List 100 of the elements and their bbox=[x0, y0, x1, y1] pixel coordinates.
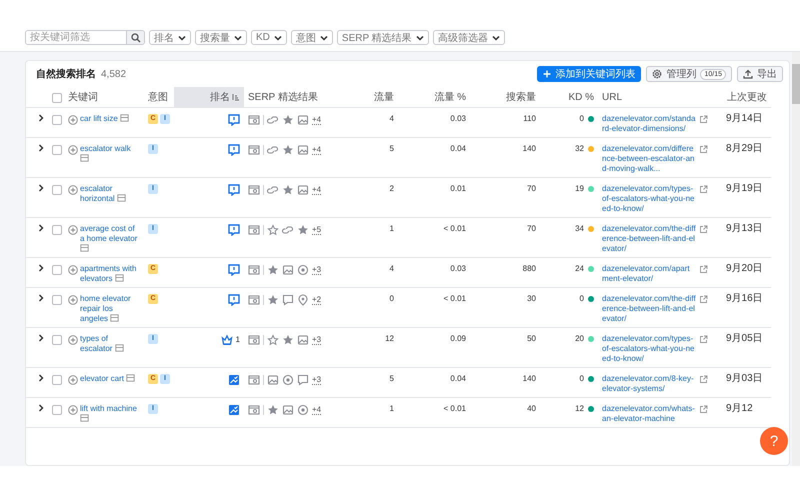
column-header[interactable]: 排名 bbox=[174, 87, 244, 108]
keyword-link[interactable]: elevator cart bbox=[80, 374, 138, 384]
table-cell: 40 bbox=[527, 404, 536, 413]
external-link-icon bbox=[699, 335, 708, 344]
page-icon bbox=[80, 414, 89, 422]
table-cell: 2 bbox=[390, 184, 394, 193]
chevron-down-icon bbox=[416, 34, 424, 40]
column-header[interactable]: KD % bbox=[540, 87, 598, 108]
row-checkbox[interactable] bbox=[52, 265, 62, 275]
scrollbar-thumb[interactable] bbox=[792, 64, 800, 104]
table-cell: 0.03 bbox=[450, 264, 466, 273]
table-cell: 12 bbox=[385, 334, 394, 343]
star-icon bbox=[267, 294, 279, 306]
url-link[interactable]: dazenelevator.com/types-of-escalators-what-you-need-to-know/ bbox=[602, 334, 696, 364]
star-outline-icon bbox=[267, 334, 279, 346]
search-icon bbox=[130, 32, 140, 42]
plus-circle-icon bbox=[68, 184, 78, 194]
table-cell: 20 bbox=[575, 334, 584, 344]
table-cell: 5 bbox=[390, 374, 394, 383]
screen-search-icon bbox=[248, 404, 260, 416]
table-cell: 880 bbox=[522, 264, 536, 273]
screen-search-icon bbox=[248, 334, 260, 346]
add-to-list-button[interactable]: 添加到关键词列表 bbox=[537, 66, 642, 82]
column-header[interactable]: SERP 精选结果 bbox=[244, 87, 326, 108]
row-checkbox[interactable] bbox=[52, 145, 62, 155]
keyword-link[interactable]: average cost of a home elevator bbox=[80, 224, 138, 254]
filter-dropdown[interactable]: 搜索量 bbox=[195, 30, 247, 45]
url-link[interactable]: dazenelevator.com/whats-an-elevator-machine bbox=[602, 404, 696, 424]
keyword-link[interactable]: escalator walk bbox=[80, 144, 138, 164]
page-icon bbox=[80, 244, 89, 252]
column-header[interactable]: 关键词 bbox=[64, 87, 144, 108]
row-checkbox[interactable] bbox=[52, 115, 62, 125]
column-header[interactable]: URL bbox=[598, 87, 712, 108]
screen-search-icon bbox=[248, 144, 260, 156]
url-link[interactable]: dazenelevator.com/apartment-elevator/ bbox=[602, 264, 696, 284]
comment-icon bbox=[228, 294, 240, 306]
filter-dropdown[interactable]: 排名 bbox=[149, 30, 191, 45]
chevron-right-icon bbox=[38, 374, 44, 382]
url-link[interactable]: dazenelevator.com/difference-between-escalator-and-moving-walk... bbox=[602, 144, 696, 174]
screen-search-icon bbox=[248, 224, 260, 236]
comment-icon bbox=[228, 264, 240, 276]
more-features-link[interactable]: +3 bbox=[312, 375, 322, 385]
star-icon bbox=[267, 264, 279, 276]
filter-dropdown[interactable]: 高级筛选器 bbox=[432, 30, 505, 45]
image-icon bbox=[228, 374, 240, 386]
table-cell: 24 bbox=[575, 264, 584, 274]
filter-dropdown[interactable]: KD bbox=[251, 30, 287, 45]
star-outline-icon bbox=[267, 224, 279, 236]
table-cell: < 0.01 bbox=[444, 404, 466, 413]
table-cell: 9月14日 bbox=[726, 113, 763, 124]
panel-title: 自然搜索排名 bbox=[36, 68, 96, 81]
column-header[interactable]: 流量 % bbox=[398, 87, 470, 108]
keyword-link[interactable]: escalator horizontal bbox=[80, 184, 138, 204]
column-header[interactable]: 搜索量 bbox=[470, 87, 540, 108]
filter-dropdown[interactable]: SERP 精选结果 bbox=[336, 30, 429, 45]
keyword-link[interactable]: car lift size bbox=[80, 114, 138, 124]
row-checkbox[interactable] bbox=[52, 405, 62, 415]
page-icon bbox=[126, 374, 136, 382]
url-link[interactable]: dazenelevator.com/types-of-escalators-what-you-need-to-know/ bbox=[602, 184, 696, 214]
row-checkbox[interactable] bbox=[52, 375, 62, 385]
search-button[interactable] bbox=[126, 31, 144, 44]
url-link[interactable]: dazenelevator.com/the-difference-between-lift-and-elevator/ bbox=[602, 294, 696, 324]
table-cell: 140 bbox=[522, 374, 536, 383]
plus-circle-icon bbox=[68, 404, 78, 414]
keyword-link[interactable]: apartments with elevators bbox=[80, 264, 138, 284]
more-features-link[interactable]: +3 bbox=[312, 335, 322, 345]
star-icon bbox=[282, 114, 294, 126]
url-link[interactable]: dazenelevator.com/standard-elevator-dimensions/ bbox=[602, 114, 696, 134]
row-checkbox[interactable] bbox=[52, 185, 62, 195]
plus-circle-icon bbox=[68, 374, 78, 384]
more-features-link[interactable]: +5 bbox=[312, 225, 322, 235]
more-features-link[interactable]: +4 bbox=[312, 185, 322, 195]
more-features-link[interactable]: +3 bbox=[312, 265, 322, 275]
more-features-link[interactable]: +4 bbox=[312, 115, 322, 125]
keyword-link[interactable]: types of escalator bbox=[80, 334, 138, 354]
search-field[interactable]: 按关键词筛选 bbox=[25, 30, 145, 45]
image-icon bbox=[228, 404, 240, 416]
column-header[interactable]: 流量 bbox=[326, 87, 398, 108]
chevron-down-icon bbox=[492, 34, 500, 40]
url-link[interactable]: dazenelevator.com/the-difference-between-lift-and-elevator/ bbox=[602, 224, 696, 254]
settings-icon bbox=[652, 69, 662, 79]
row-checkbox[interactable] bbox=[52, 225, 62, 235]
filter-dropdown[interactable]: 意图 bbox=[290, 30, 333, 45]
select-all-checkbox[interactable] bbox=[52, 92, 62, 102]
keyword-link[interactable]: home elevator repair los angeles bbox=[80, 294, 138, 324]
column-header[interactable]: 上次更改 bbox=[712, 87, 771, 108]
star-icon bbox=[282, 184, 294, 196]
more-features-link[interactable]: +4 bbox=[312, 145, 322, 155]
table-cell: 9月03日 bbox=[726, 373, 763, 384]
row-checkbox[interactable] bbox=[52, 295, 62, 305]
link-icon bbox=[267, 144, 279, 156]
more-features-link[interactable]: +2 bbox=[312, 295, 322, 305]
plus-icon bbox=[543, 70, 552, 78]
page-icon bbox=[114, 274, 124, 282]
export-button[interactable]: 导出 bbox=[737, 66, 783, 82]
more-features-link[interactable]: +4 bbox=[312, 405, 322, 415]
row-checkbox[interactable] bbox=[52, 335, 62, 345]
url-link[interactable]: dazenelevator.com/8-key-elevator-systems/ bbox=[602, 374, 696, 394]
keyword-link[interactable]: lift with machine bbox=[80, 404, 138, 424]
page-icon bbox=[116, 194, 126, 202]
